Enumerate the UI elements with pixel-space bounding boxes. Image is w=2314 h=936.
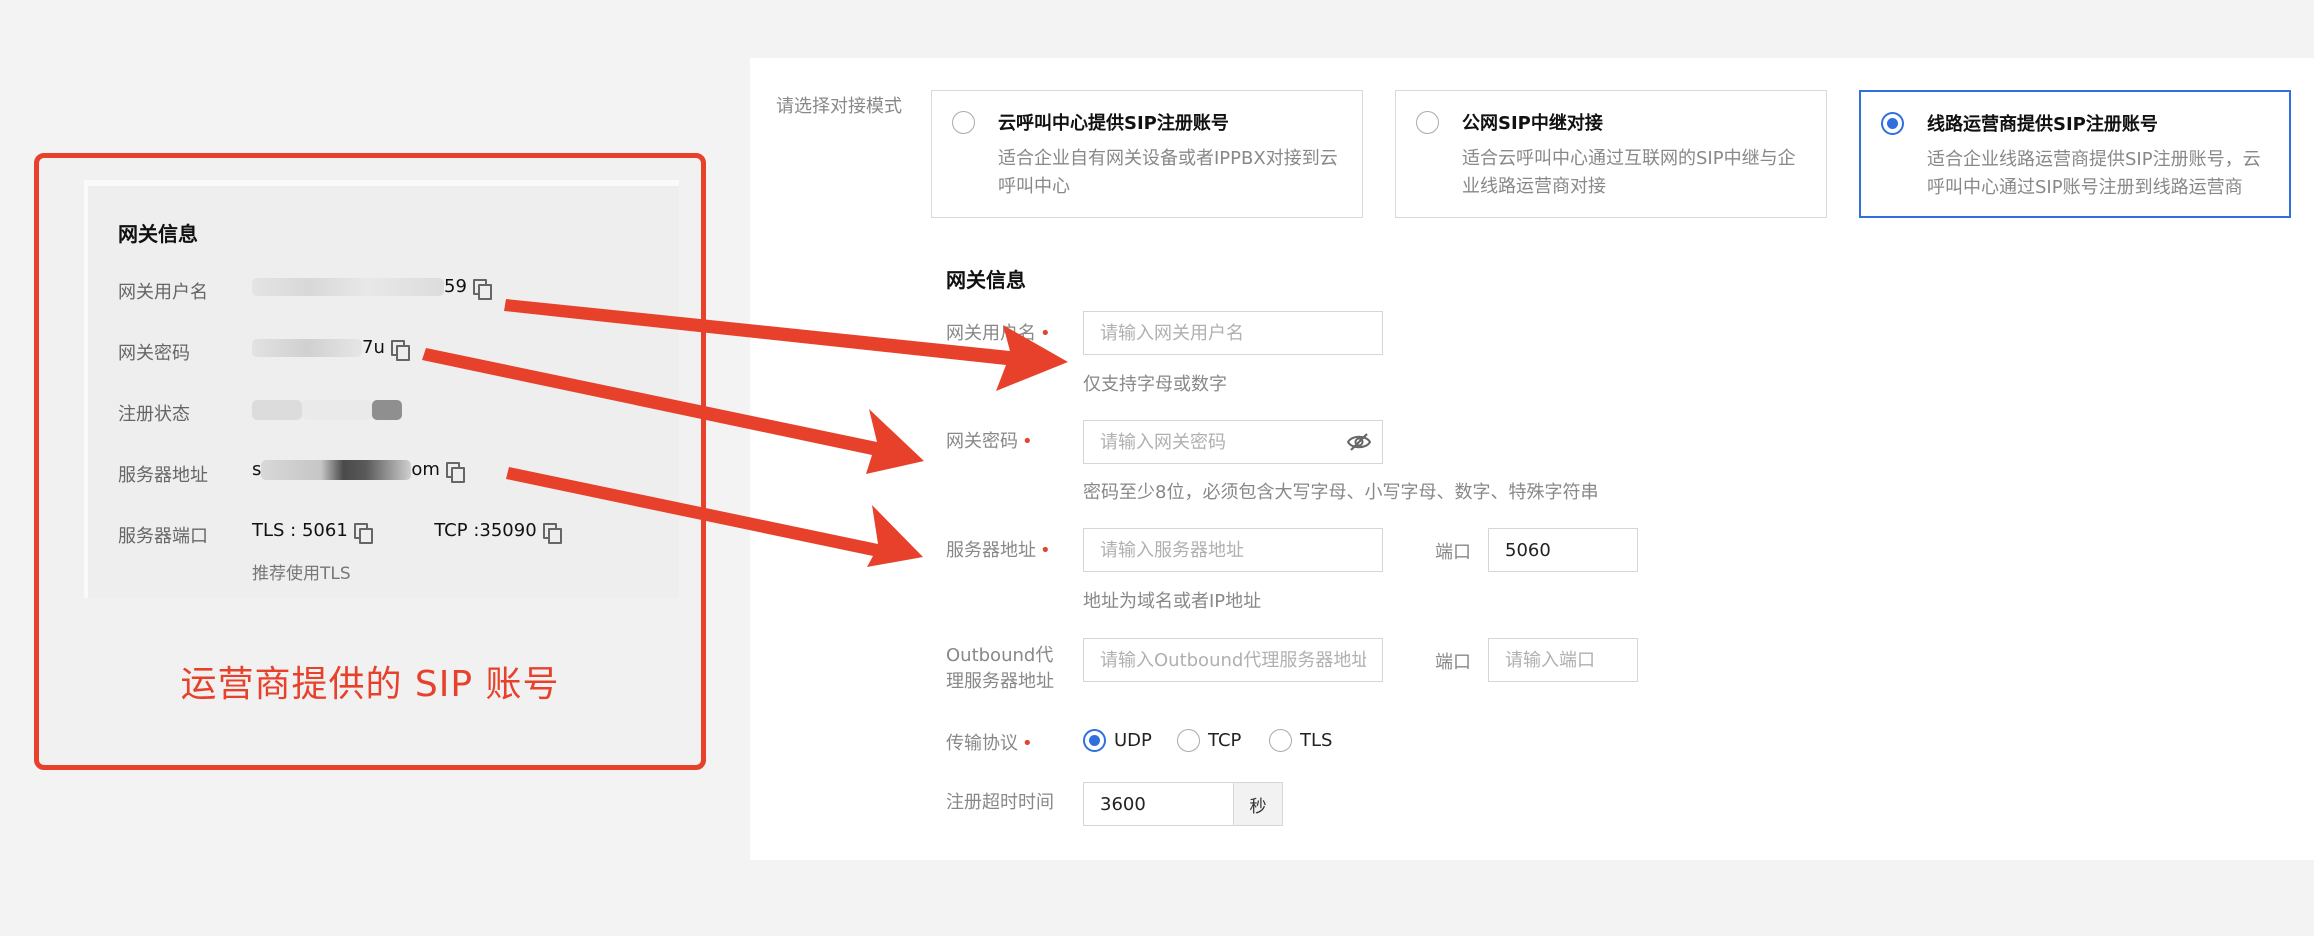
protocol-label: 传输协议 • xyxy=(946,733,1033,754)
mode-desc: 适合企业线路运营商提供SIP注册账号，云呼叫中心通过SIP账号注册到线路运营商 xyxy=(1927,149,2261,198)
mode-card-cloud-sip[interactable]: 云呼叫中心提供SIP注册账号 适合企业自有网关设备或者IPPBX对接到云呼叫中心 xyxy=(931,90,1363,218)
gateway-username-value: 59 xyxy=(252,276,492,300)
tls-port: TLS : 5061 xyxy=(252,520,348,541)
server-address-label: 服务器地址 • xyxy=(946,540,1051,561)
server-address-label: 服务器地址 xyxy=(118,465,208,486)
server-address-value: s om xyxy=(252,459,465,483)
gateway-username-label: 网关用户名 xyxy=(118,282,208,303)
register-timeout-label: 注册超时时间 xyxy=(946,792,1054,813)
outbound-port-input[interactable] xyxy=(1488,638,1638,682)
register-timeout-input[interactable] xyxy=(1083,782,1233,826)
gateway-info-card-title: 网关信息 xyxy=(118,222,198,246)
gateway-password-value: 7u xyxy=(252,337,410,361)
username-input[interactable] xyxy=(1083,311,1383,355)
section-title: 网关信息 xyxy=(946,268,1026,292)
server-port-label: 服务器端口 xyxy=(118,526,208,547)
outbound-proxy-input[interactable] xyxy=(1083,638,1383,682)
protocol-udp-radio[interactable]: UDP xyxy=(1083,729,1152,752)
protocol-tcp-radio[interactable]: TCP xyxy=(1177,729,1241,752)
copy-icon[interactable] xyxy=(445,461,465,483)
server-port-value: TLS : 5061 TCP :35090 xyxy=(252,520,562,544)
radio-icon[interactable] xyxy=(1177,729,1200,752)
outbound-proxy-label: Outbound代 理服务器地址 xyxy=(946,645,1054,692)
server-address-input[interactable] xyxy=(1083,528,1383,572)
radio-icon[interactable] xyxy=(1416,111,1439,134)
password-hint: 密码至少8位，必须包含大写字母、小写字母、数字、特殊字符串 xyxy=(1083,482,1599,503)
copy-icon[interactable] xyxy=(353,522,373,544)
username-label: 网关用户名 • xyxy=(946,323,1051,344)
username-hint: 仅支持字母或数字 xyxy=(1083,374,1227,395)
tls-recommend-hint: 推荐使用TLS xyxy=(252,564,351,584)
port-label: 端口 xyxy=(1435,542,1471,563)
server-address-hint: 地址为域名或者IP地址 xyxy=(1083,591,1262,612)
radio-icon[interactable] xyxy=(1269,729,1292,752)
tcp-port: TCP :35090 xyxy=(434,520,537,541)
password-label: 网关密码 • xyxy=(946,431,1033,452)
outbound-port-label: 端口 xyxy=(1435,652,1471,673)
mode-title: 公网SIP中继对接 xyxy=(1462,113,1603,134)
radio-icon[interactable] xyxy=(952,111,975,134)
mode-title: 线路运营商提供SIP注册账号 xyxy=(1927,114,2158,135)
copy-icon[interactable] xyxy=(542,522,562,544)
operator-sip-account-highlight: 网关信息 网关用户名 59 网关密码 7u 注册状态 服务器地址 s om 服务器… xyxy=(34,153,706,770)
copy-icon[interactable] xyxy=(390,339,410,361)
mode-desc: 适合云呼叫中心通过互联网的SIP中继与企业线路运营商对接 xyxy=(1462,148,1796,197)
server-port-input[interactable] xyxy=(1488,528,1638,572)
eye-off-icon[interactable] xyxy=(1346,433,1372,451)
source-caption: 运营商提供的 SIP 账号 xyxy=(180,664,560,705)
seconds-unit-addon: 秒 xyxy=(1233,782,1283,826)
mode-select-label: 请选择对接模式 xyxy=(776,96,902,117)
mode-desc: 适合企业自有网关设备或者IPPBX对接到云呼叫中心 xyxy=(998,148,1338,197)
registration-status-label: 注册状态 xyxy=(118,404,190,425)
protocol-tls-radio[interactable]: TLS xyxy=(1269,729,1332,752)
registration-status-value xyxy=(252,399,402,420)
copy-icon[interactable] xyxy=(472,278,492,300)
password-input[interactable] xyxy=(1083,420,1383,464)
radio-checked-icon[interactable] xyxy=(1881,112,1904,135)
mode-card-operator-sip[interactable]: 线路运营商提供SIP注册账号 适合企业线路运营商提供SIP注册账号，云呼叫中心通… xyxy=(1859,90,2291,218)
mode-title: 云呼叫中心提供SIP注册账号 xyxy=(998,113,1229,134)
mode-card-public-trunk[interactable]: 公网SIP中继对接 适合云呼叫中心通过互联网的SIP中继与企业线路运营商对接 xyxy=(1395,90,1827,218)
radio-checked-icon[interactable] xyxy=(1083,729,1106,752)
gateway-password-label: 网关密码 xyxy=(118,343,190,364)
gateway-config-form: 请选择对接模式 云呼叫中心提供SIP注册账号 适合企业自有网关设备或者IPPBX… xyxy=(750,58,2314,860)
gateway-info-card: 网关信息 网关用户名 59 网关密码 7u 注册状态 服务器地址 s om 服务器… xyxy=(84,180,679,598)
